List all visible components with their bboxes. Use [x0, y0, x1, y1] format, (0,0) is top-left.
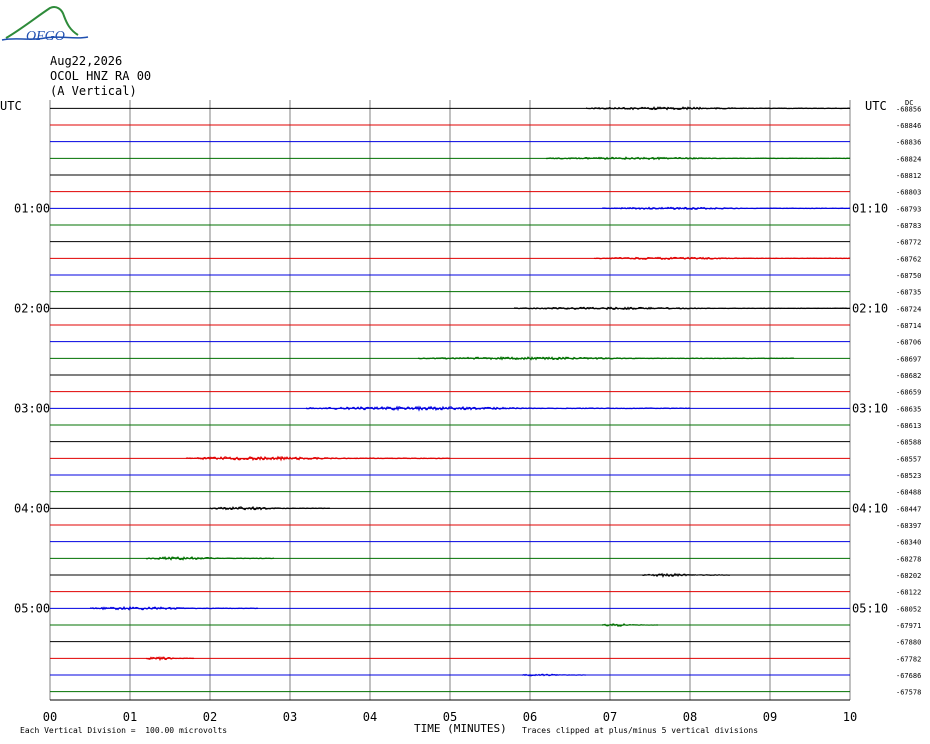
right-dc-value: -68812	[896, 172, 921, 180]
right-dc-value: -68803	[896, 189, 921, 197]
right-dc-value: -68783	[896, 222, 921, 230]
right-dc-value: -68793	[896, 205, 921, 213]
right-hour-label: 02:10	[852, 301, 888, 315]
signal-burst-row-28	[641, 572, 730, 578]
header-channel: OCOL HNZ RA 00	[50, 69, 152, 83]
signal-burst-row-6	[601, 206, 851, 211]
footer-scale-note: Each Vertical Division = 100.00 microvol…	[20, 726, 228, 735]
header-component: (A Vertical)	[50, 84, 137, 98]
x-tick-label: 00	[43, 710, 57, 724]
signal-burst-row-30	[89, 605, 259, 611]
right-dc-value: -68706	[896, 339, 921, 347]
logo-text: OFGO	[26, 29, 65, 44]
left-utc-label: UTC	[0, 99, 22, 113]
right-hour-label: 03:10	[852, 401, 888, 415]
signal-burst-row-12	[513, 306, 851, 311]
right-dc-value: -68682	[896, 372, 921, 380]
right-dc-value: -67686	[896, 672, 921, 680]
right-dc-value: -67971	[896, 622, 921, 630]
right-dc-value: -67578	[896, 689, 921, 697]
right-dc-value: -68588	[896, 439, 921, 447]
right-dc-value: -68447	[896, 505, 921, 513]
right-time-labels: 01:10 02:10 03:10 04:10 05:10	[852, 201, 888, 615]
right-dc-value: -68735	[896, 289, 921, 297]
right-dc-value: -68762	[896, 255, 921, 263]
signal-burst-row-18	[305, 405, 691, 412]
right-dc-value: -68557	[896, 455, 921, 463]
signal-burst-row-15	[417, 356, 795, 361]
x-tick-label: 07	[603, 710, 617, 724]
x-tick-label: 09	[763, 710, 777, 724]
right-utc-label: UTC	[865, 99, 887, 113]
right-dc-values: -68856-68846-68836-68824-68812-68803-687…	[896, 105, 921, 696]
right-dc-value: -68052	[896, 605, 921, 613]
right-dc-value: -68488	[896, 489, 921, 497]
right-dc-value: -68202	[896, 572, 921, 580]
x-tick-label: 02	[203, 710, 217, 724]
right-dc-value: -68697	[896, 355, 921, 363]
x-tick-label: 04	[363, 710, 377, 724]
right-dc-value: -68846	[896, 122, 921, 130]
right-dc-value: -68836	[896, 139, 921, 147]
footer-clip-note: Traces clipped at plus/minus 5 vertical …	[522, 726, 759, 735]
left-hour-label: 05:00	[14, 601, 50, 615]
right-dc-value: -68750	[896, 272, 921, 280]
x-tick-label: 03	[283, 710, 297, 724]
x-tick-label: 10	[843, 710, 857, 724]
signal-burst-row-0	[585, 106, 851, 111]
left-hour-label: 03:00	[14, 401, 50, 415]
right-dc-value: -68613	[896, 422, 921, 430]
right-dc-value: -68635	[896, 405, 921, 413]
signal-burst-row-3	[545, 156, 851, 161]
left-hour-label: 01:00	[14, 201, 50, 215]
left-time-labels: 01:00 02:00 03:00 04:00 05:00	[14, 201, 50, 615]
x-axis-title: TIME (MINUTES)	[414, 722, 507, 735]
x-tick-label: 08	[683, 710, 697, 724]
left-hour-label: 02:00	[14, 301, 50, 315]
right-dc-value: -68659	[896, 389, 921, 397]
x-tick-label: 06	[523, 710, 537, 724]
right-dc-value: -68523	[896, 472, 921, 480]
right-dc-value: -68397	[896, 522, 921, 530]
right-dc-value: -68340	[896, 539, 921, 547]
right-dc-value: -68278	[896, 555, 921, 563]
plot-grid	[49, 100, 851, 701]
right-dc-value: -68714	[896, 322, 921, 330]
right-dc-value: -68122	[896, 589, 921, 597]
seismogram-plot: OFGO 01:00 02:00 03:00 04:00 05:00 01:10 02:1…	[0, 6, 921, 724]
x-tick-label: 01	[123, 710, 137, 724]
right-dc-value: -68772	[896, 239, 921, 247]
right-dc-value: -67782	[896, 655, 921, 663]
left-hour-label: 04:00	[14, 501, 50, 515]
right-dc-value: -68824	[896, 155, 921, 163]
right-hour-label: 05:10	[852, 601, 888, 615]
signal-burst-row-9	[593, 256, 851, 260]
right-dc-value: -67880	[896, 639, 921, 647]
right-hour-label: 01:10	[852, 201, 888, 215]
right-top-dc-label: DC	[905, 99, 913, 107]
ofgo-logo: OFGO	[1, 6, 89, 44]
header-date: Aug22,2026	[50, 54, 123, 68]
right-hour-label: 04:10	[852, 501, 888, 515]
right-dc-value: -68724	[896, 305, 921, 313]
